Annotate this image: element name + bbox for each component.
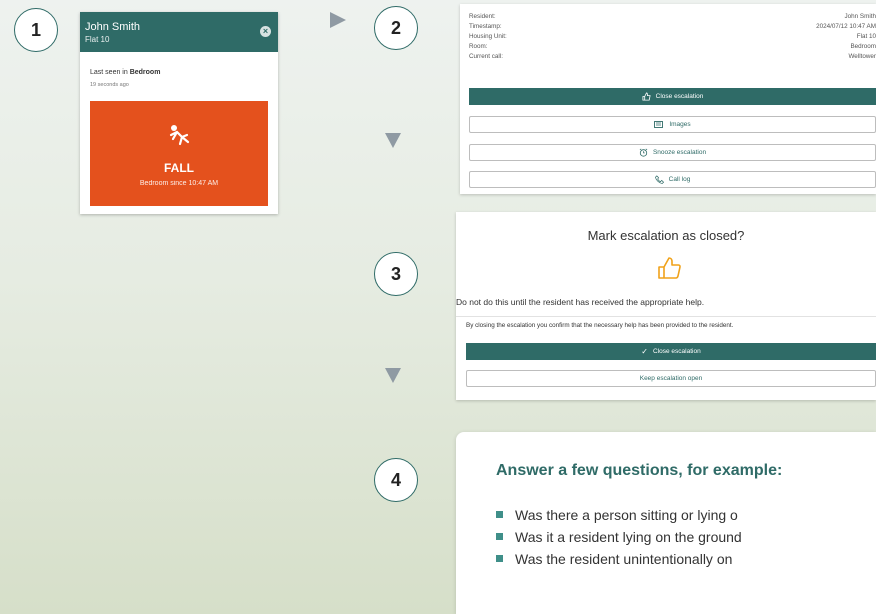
last-seen-room: Bedroom xyxy=(129,69,161,76)
bullet-icon xyxy=(496,533,503,540)
dialog-warning: Do not do this until the resident has re… xyxy=(456,297,705,307)
phone-icon xyxy=(654,175,664,184)
close-escalation-button[interactable]: Close escalation xyxy=(469,88,876,105)
arrow-down-icon xyxy=(385,368,401,383)
info-label-current-call: Current call: xyxy=(469,53,503,60)
step-number: 4 xyxy=(390,469,401,490)
info-value-housing-unit: Flat 10 xyxy=(856,33,876,40)
close-escalation-dialog: Mark escalation as closed? Do not do thi… xyxy=(456,212,876,400)
confirm-close-escalation-button[interactable]: ✓ Close escalation xyxy=(466,343,876,360)
alert-since: Bedroom since 10:47 AM xyxy=(139,180,219,187)
question-text: Was it a resident lying on the ground xyxy=(515,529,742,545)
info-value-current-call: Welltower xyxy=(848,53,876,60)
info-label-housing-unit: Housing Unit: xyxy=(469,33,507,40)
resident-flat: Flat 10 xyxy=(85,35,110,44)
keep-escalation-open-button[interactable]: Keep escalation open xyxy=(466,370,876,387)
step-3-marker: 3 xyxy=(374,252,418,296)
escalation-details-panel: Resident: Timestamp: Housing Unit: Room:… xyxy=(460,4,876,194)
questions-panel: Answer a few questions, for example: Was… xyxy=(456,432,876,614)
last-seen-text: Last seen in Bedroom xyxy=(90,69,160,76)
step-number: 2 xyxy=(390,17,401,38)
questions-heading: Answer a few questions, for example: xyxy=(496,462,783,479)
question-item: Was there a person sitting or lying o xyxy=(496,507,738,523)
dialog-title: Mark escalation as closed? xyxy=(587,228,745,243)
thumbs-up-icon xyxy=(642,92,651,101)
resident-name: John Smith xyxy=(85,21,141,33)
info-value-timestamp: 2024/07/12 10:47 AM xyxy=(816,23,876,30)
info-label-resident: Resident: xyxy=(469,13,496,20)
confirm-close-label: Close escalation xyxy=(653,348,701,355)
snooze-escalation-button[interactable]: Snooze escalation xyxy=(469,144,876,161)
info-value-resident: John Smith xyxy=(844,13,876,20)
alarm-clock-icon xyxy=(639,148,648,157)
thumbs-up-icon xyxy=(658,257,681,279)
arrow-right-icon xyxy=(330,12,346,28)
step-2-marker: 2 xyxy=(374,6,418,50)
dialog-confirmation-text: By closing the escalation you confirm th… xyxy=(466,322,734,329)
last-seen-time: 19 seconds ago xyxy=(90,82,129,88)
close-icon[interactable]: × xyxy=(260,26,271,37)
step-number: 3 xyxy=(390,263,401,284)
info-value-room: Bedroom xyxy=(850,43,876,50)
info-label-timestamp: Timestamp: xyxy=(469,23,502,30)
bullet-icon xyxy=(496,555,503,562)
step-1-marker: 1 xyxy=(14,8,58,52)
question-item: Was the resident unintentionally on xyxy=(496,551,732,567)
info-label-room: Room: xyxy=(469,43,488,50)
images-button[interactable]: Images xyxy=(469,116,876,133)
fall-icon xyxy=(169,125,190,146)
alert-card-header: John Smith Flat 10 × xyxy=(80,12,278,52)
images-icon xyxy=(654,121,664,128)
last-seen-prefix: Last seen in xyxy=(90,69,130,76)
keep-open-label: Keep escalation open xyxy=(639,375,703,382)
snooze-label: Snooze escalation xyxy=(652,149,707,156)
question-text: Was there a person sitting or lying o xyxy=(515,507,738,523)
question-text: Was the resident unintentionally on xyxy=(515,551,733,567)
bullet-icon xyxy=(496,511,503,518)
divider xyxy=(456,316,876,317)
alert-card[interactable]: John Smith Flat 10 × Last seen in Bedroo… xyxy=(80,12,278,214)
call-log-label: Call log xyxy=(668,176,691,183)
alert-title: FALL xyxy=(164,161,194,175)
fall-alert-tile[interactable]: FALL Bedroom since 10:47 AM xyxy=(90,101,268,206)
call-log-button[interactable]: Call log xyxy=(469,171,876,188)
images-label: Images xyxy=(669,121,691,128)
step-4-marker: 4 xyxy=(374,458,418,502)
close-escalation-label: Close escalation xyxy=(655,93,704,100)
check-icon: ✓ xyxy=(641,347,648,356)
arrow-down-icon xyxy=(385,133,401,148)
question-item: Was it a resident lying on the ground xyxy=(496,529,742,545)
step-number: 1 xyxy=(30,19,41,40)
